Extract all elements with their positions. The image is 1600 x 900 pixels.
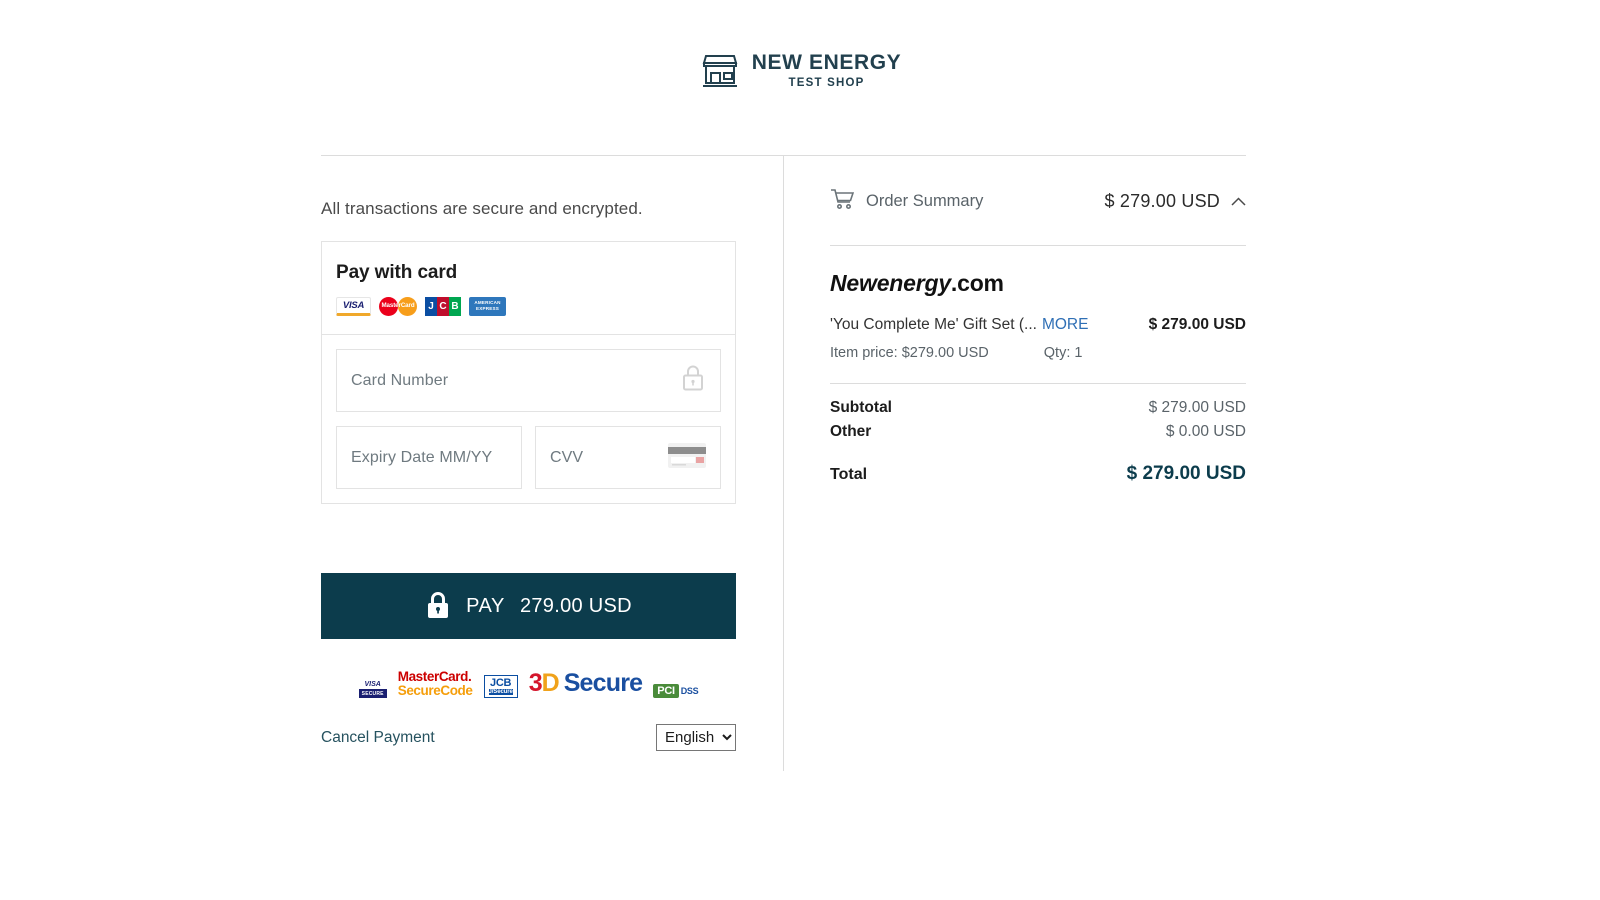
order-summary-column: Order Summary $ 279.00 USD Newenergy.com… [830, 155, 1246, 485]
order-item-unit-price: Item price: $279.00 USD [830, 345, 989, 361]
3ds-digit: 3 [528, 669, 543, 697]
footer-row: Cancel Payment English [321, 724, 736, 751]
subtotal-row: Subtotal $ 279.00 USD [830, 399, 1246, 417]
mastercard-icon: MasterCard [379, 297, 417, 316]
amex-icon: AMERICAN EXPRESS [469, 297, 506, 316]
jcb-jsecure-badge: JCB J/Secure [483, 675, 518, 698]
visa-icon: VISA [336, 297, 371, 316]
card-number-placeholder: Card Number [351, 371, 449, 389]
subtotal-value: $ 279.00 USD [1148, 399, 1246, 416]
mc-badge-line-2: SecureCode [397, 683, 473, 699]
dss-label: DSS [680, 686, 699, 696]
visa-label: VISA [342, 300, 365, 311]
lock-icon [425, 590, 451, 623]
storefront-icon [699, 52, 741, 90]
expiry-cvv-row: Expiry Date MM/YY CVV [336, 426, 721, 489]
pci-label: PCI [653, 684, 679, 698]
three-d-secure-badge: 3 D Secure [529, 669, 643, 698]
page-header: NEW ENERGY TEST SHOP [0, 52, 1600, 90]
other-value: $ 0.00 USD [1165, 423, 1246, 440]
card-number-input[interactable]: Card Number [336, 349, 721, 412]
grand-total-row: Total $ 279.00 USD [830, 463, 1246, 485]
visa-badge-line-2: SECURE [358, 689, 387, 698]
pay-button[interactable]: PAY 279.00 USD [321, 573, 736, 639]
pay-button-amount: 279.00 USD [519, 594, 632, 617]
other-row: Other $ 0.00 USD [830, 423, 1246, 441]
jcb-icon: J C B [425, 297, 461, 316]
jcb-j: J [425, 297, 437, 316]
jcb-c: C [437, 297, 449, 316]
mastercard-securecode-badge: MasterCard. SecureCode [398, 670, 473, 698]
subtotal-label: Subtotal [830, 399, 892, 416]
order-item-more-link[interactable]: MORE [1042, 316, 1089, 334]
checkout-page: NEW ENERGY TEST SHOP All transactions ar… [0, 0, 1600, 900]
order-item-details: Item price: $279.00 USD Qty: 1 [830, 345, 1246, 361]
cart-icon [830, 188, 866, 215]
order-summary-title: Order Summary [866, 192, 984, 210]
jcb-badge-line-2: J/Secure [488, 689, 513, 695]
merchant-name-main: Newenergy [830, 270, 951, 296]
pci-dss-badge: PCI DSS [653, 684, 699, 698]
amex-line-2: EXPRESS [475, 306, 500, 311]
lock-icon [680, 363, 706, 398]
brand-name: NEW ENERGY [751, 51, 902, 75]
3ds-word: Secure [563, 669, 643, 697]
mastercard-label: MasterCard [381, 302, 415, 309]
column-divider [783, 155, 784, 771]
grand-total-label: Total [830, 466, 868, 483]
brand-subtitle: TEST SHOP [788, 77, 865, 90]
pay-button-label: PAY [466, 594, 505, 617]
secure-note: All transactions are secure and encrypte… [321, 199, 643, 218]
card-fields: Card Number Expiry Date MM/YY CVV [322, 334, 735, 489]
order-summary-amount: $ 279.00 USD [1104, 191, 1220, 211]
pay-with-card-header: Pay with card VISA MasterCard J C B AMER… [322, 242, 735, 330]
expiry-date-input[interactable]: Expiry Date MM/YY [336, 426, 522, 489]
pay-with-card-panel: Pay with card VISA MasterCard J C B AMER… [321, 241, 736, 504]
card-back-icon [668, 442, 706, 473]
chevron-up-icon[interactable] [1220, 193, 1246, 211]
verified-by-visa-badge: VISA SECURE [358, 681, 387, 698]
jcb-b: B [449, 297, 461, 316]
grand-total-value: $ 279.00 USD [1126, 463, 1246, 484]
cancel-payment-link[interactable]: Cancel Payment [321, 729, 435, 747]
3ds-letter: D [541, 669, 560, 697]
visa-badge-line-1: VISA [364, 681, 381, 688]
summary-divider [830, 245, 1246, 246]
mc-badge-line-1: MasterCard. [397, 669, 472, 685]
order-item-name: 'You Complete Me' Gift Set (... [830, 316, 1037, 333]
order-item-qty: Qty: 1 [1043, 345, 1083, 361]
expiry-placeholder: Expiry Date MM/YY [351, 448, 493, 466]
pay-with-card-title: Pay with card [336, 262, 458, 283]
other-label: Other [830, 423, 872, 440]
merchant-name: Newenergy.com [830, 270, 1246, 297]
payment-column: All transactions are secure and encrypte… [321, 155, 736, 751]
brand-text: NEW ENERGY TEST SHOP [752, 52, 902, 90]
order-item-row: 'You Complete Me' Gift Set (... MORE $ 2… [830, 316, 1246, 334]
order-item-price: $ 279.00 USD [1148, 316, 1246, 333]
trust-badges: VISA SECURE MasterCard. SecureCode JCB J… [321, 669, 736, 698]
order-summary-header[interactable]: Order Summary $ 279.00 USD [830, 188, 1246, 215]
jcb-badge-line-1: JCB [490, 677, 512, 689]
merchant-name-tld: .com [950, 270, 1004, 296]
cvv-placeholder: CVV [550, 448, 584, 466]
accepted-cards-row: VISA MasterCard J C B AMERICAN EXPRESS [336, 297, 721, 316]
totals-divider [830, 383, 1246, 384]
brand: NEW ENERGY TEST SHOP [699, 52, 902, 90]
cvv-input[interactable]: CVV [535, 426, 721, 489]
language-select[interactable]: English [656, 724, 736, 751]
